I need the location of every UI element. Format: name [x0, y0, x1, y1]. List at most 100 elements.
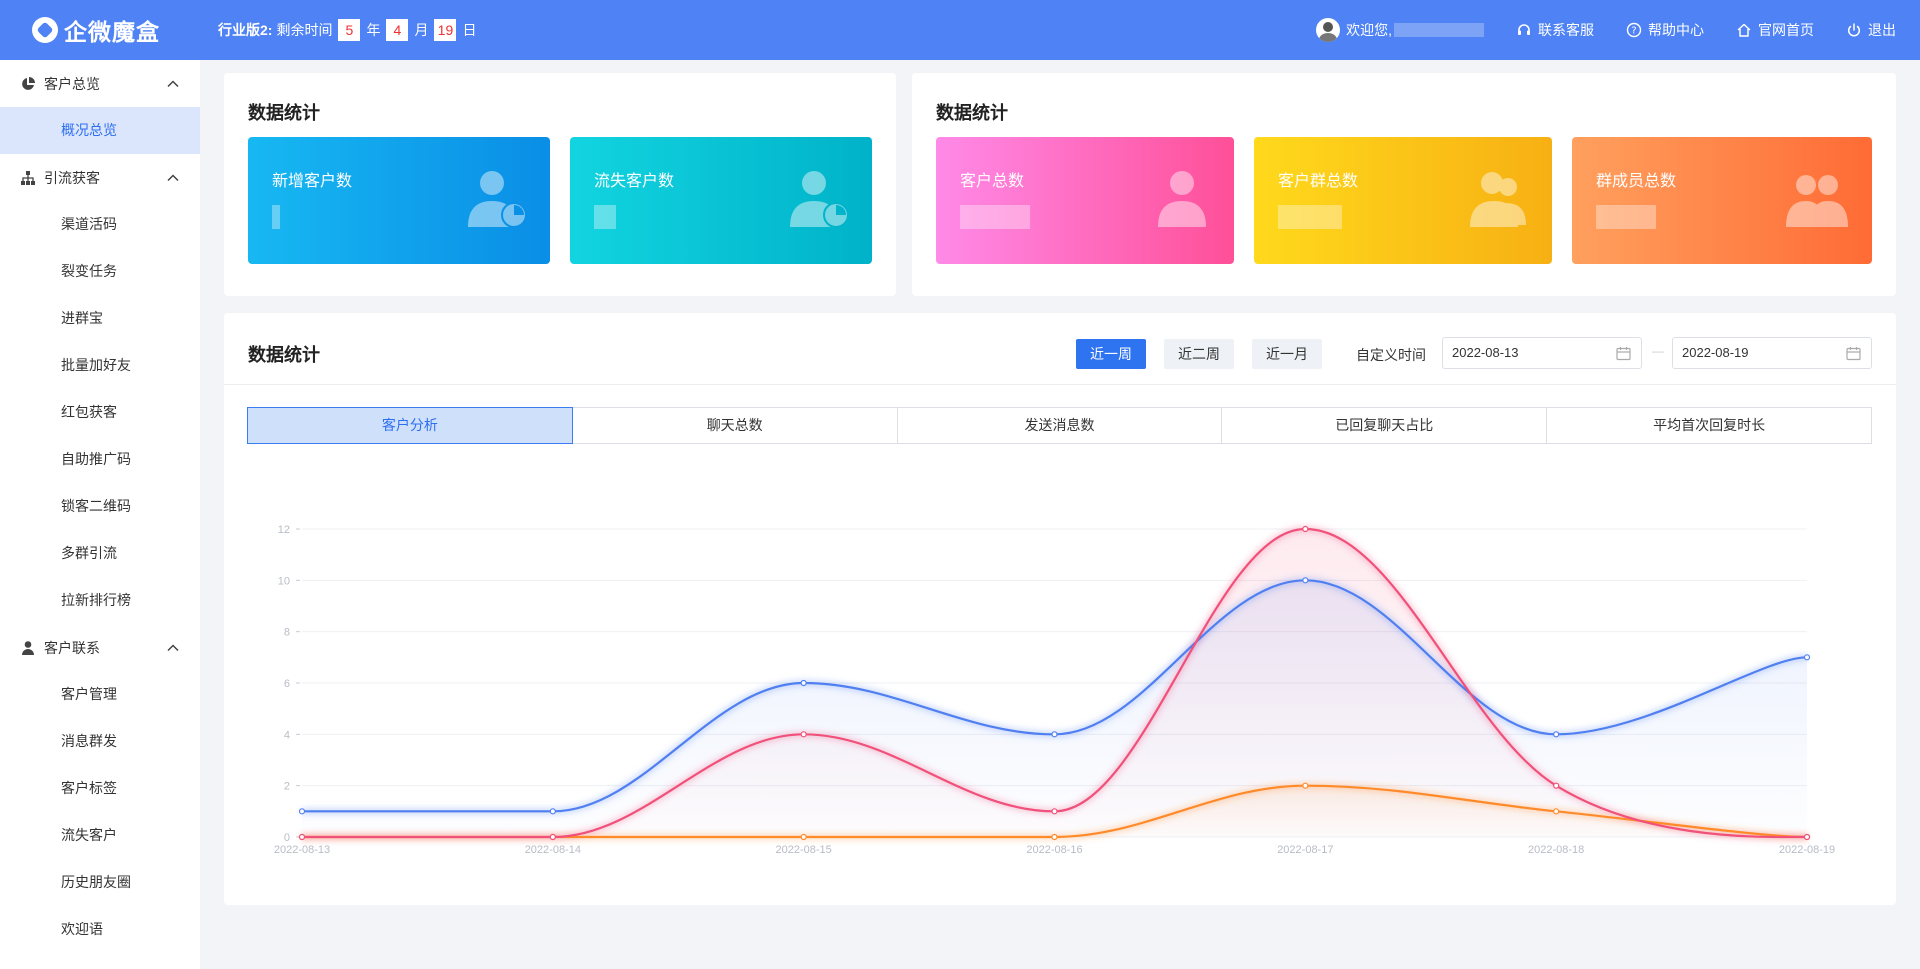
y-tick-label: 2: [284, 781, 290, 793]
sidebar: 客户总览 概况总览 引流获客 渠道活码 裂变任务 进群宝 批量加好友 红包获客 …: [0, 60, 200, 969]
welcome-text: 欢迎您,: [1346, 22, 1392, 38]
date-separator: —: [1652, 344, 1664, 358]
contact-service-link[interactable]: 联系客服: [1516, 20, 1594, 40]
person-chart-icon: [468, 171, 527, 228]
headset-icon: [1518, 24, 1530, 35]
user-menu[interactable]: 欢迎您,: [1316, 18, 1484, 42]
y-tick-label: 6: [284, 678, 290, 690]
person-chart-icon: [790, 171, 849, 228]
chevron-up-icon: [167, 174, 179, 182]
stats-chart-panel: 数据统计 近一周 近二周 近一月 自定义时间 2022-08-13 — 2022…: [224, 313, 1896, 905]
tab-avg-first-reply[interactable]: 平均首次回复时长: [1546, 407, 1872, 444]
sidebar-item-self-promo-code[interactable]: 自助推广码: [0, 436, 200, 483]
sidebar-item-mass-message[interactable]: 消息群发: [0, 718, 200, 765]
date-from-input[interactable]: 2022-08-13: [1442, 337, 1642, 369]
chevron-up-icon: [167, 644, 179, 652]
sidebar-group-overview[interactable]: 客户总览: [0, 60, 200, 107]
stat-card-lost-customers[interactable]: 流失客户数: [570, 137, 872, 264]
x-tick-label: 2022-08-16: [1026, 844, 1082, 856]
sidebar-item-lost-customers[interactable]: 流失客户: [0, 812, 200, 859]
sidebar-group-acquisition[interactable]: 引流获客: [0, 154, 200, 201]
sidebar-item-channel-code[interactable]: 渠道活码: [0, 201, 200, 248]
logo-icon: [32, 17, 58, 43]
logo-text: 企微魔盒: [64, 19, 160, 45]
sidebar-item-welcome-message[interactable]: 欢迎语: [0, 906, 200, 953]
data-point: [298, 833, 306, 841]
plan-label: 行业版2:: [218, 22, 273, 38]
data-point: [1051, 808, 1058, 815]
y-tick-label: 0: [284, 832, 290, 844]
sidebar-item-red-packet[interactable]: 红包获客: [0, 389, 200, 436]
y-tick-label: 12: [278, 524, 290, 536]
sidebar-item-ranking[interactable]: 拉新排行榜: [0, 577, 200, 624]
data-point: [800, 679, 807, 687]
stat-value-masked: [1278, 205, 1342, 229]
x-tick-label: 2022-08-14: [525, 844, 581, 856]
logo[interactable]: 企微魔盒: [32, 13, 218, 47]
data-point: [1051, 833, 1058, 841]
official-home-link[interactable]: 官网首页: [1736, 20, 1814, 40]
stat-card-total-members[interactable]: 群成员总数: [1572, 137, 1872, 264]
help-center-link[interactable]: ? 帮助中心: [1626, 20, 1704, 40]
tab-messages-sent[interactable]: 发送消息数: [896, 407, 1223, 444]
stat-label: 流失客户数: [594, 173, 675, 190]
sidebar-item-batch-add-friends[interactable]: 批量加好友: [0, 342, 200, 389]
stat-label: 客户总数: [960, 173, 1025, 190]
sidebar-item-group-join[interactable]: 进群宝: [0, 295, 200, 342]
date-from-value: 2022-08-13: [1452, 345, 1519, 360]
sidebar-item-overview-summary[interactable]: 概况总览: [0, 107, 200, 154]
group-icon: [1470, 172, 1526, 227]
data-point: [1803, 654, 1811, 661]
panel-title: 数据统计: [936, 103, 1008, 123]
tab-customer-analysis[interactable]: 客户分析: [247, 407, 573, 444]
top-header: 企微魔盒 行业版2: 剩余时间 5 年 4 月 19 日 欢迎您, 联系客服 ?…: [0, 0, 1920, 60]
sidebar-item-multi-group[interactable]: 多群引流: [0, 530, 200, 577]
calendar-icon: [1616, 347, 1631, 361]
data-point: [800, 833, 807, 841]
stat-card-total-groups[interactable]: 客户群总数: [1254, 137, 1552, 264]
sidebar-item-customer-management[interactable]: 客户管理: [0, 671, 200, 718]
data-point: [1553, 731, 1560, 738]
data-point: [800, 731, 807, 738]
sidebar-item-customer-tags[interactable]: 客户标签: [0, 765, 200, 812]
divider: [224, 384, 1896, 385]
sidebar-item-lock-qrcode[interactable]: 锁客二维码: [0, 483, 200, 530]
panel-title: 数据统计: [248, 345, 320, 365]
data-point: [1302, 525, 1309, 533]
data-point: [1051, 731, 1058, 738]
stat-card-total-customers[interactable]: 客户总数: [936, 137, 1234, 264]
chevron-up-icon: [167, 80, 179, 88]
stat-value-masked: [960, 205, 1030, 229]
help-center-label: 帮助中心: [1648, 22, 1704, 38]
sidebar-item-fission-task[interactable]: 裂变任务: [0, 248, 200, 295]
username-masked: [1394, 23, 1484, 37]
x-tick-label: 2022-08-15: [776, 844, 832, 856]
y-tick-label: 10: [278, 575, 290, 587]
tab-replied-ratio[interactable]: 已回复聊天占比: [1221, 407, 1548, 444]
remaining-label: 剩余时间: [276, 22, 333, 38]
calendar-icon: [1846, 347, 1861, 361]
year-unit: 年: [366, 22, 381, 38]
power-icon: [1848, 23, 1860, 37]
filter-last-month-button[interactable]: 近一月: [1252, 339, 1322, 369]
date-to-value: 2022-08-19: [1682, 345, 1749, 360]
official-home-label: 官网首页: [1758, 22, 1814, 38]
stats-panel-right: 数据统计 客户总数 客户群总数 群成员总数: [912, 73, 1896, 296]
pie-chart-icon: [22, 76, 35, 90]
sidebar-item-moments-history[interactable]: 历史朋友圈: [0, 859, 200, 906]
filter-last-week-button[interactable]: 近一周: [1076, 339, 1146, 369]
date-to-input[interactable]: 2022-08-19: [1672, 337, 1872, 369]
sidebar-group-contacts[interactable]: 客户联系: [0, 624, 200, 671]
tab-chat-total[interactable]: 聊天总数: [571, 407, 898, 444]
line-chart: 0 2 4 6 8 10 12 2022-08-13 2022-08-14 2022-08-15 2…: [274, 524, 1835, 856]
logout-button[interactable]: 退出: [1846, 20, 1896, 40]
filter-last-two-weeks-button[interactable]: 近二周: [1164, 339, 1234, 369]
logout-label: 退出: [1868, 22, 1896, 38]
data-point: [1553, 782, 1560, 789]
stat-value-masked: [1596, 205, 1656, 229]
days-value: 19: [434, 19, 457, 41]
subscription-info: 行业版2: 剩余时间 5 年 4 月 19 日: [218, 19, 476, 41]
stat-card-new-customers[interactable]: 新增客户数: [248, 137, 550, 264]
home-icon: [1737, 23, 1751, 37]
month-unit: 月: [414, 22, 429, 38]
